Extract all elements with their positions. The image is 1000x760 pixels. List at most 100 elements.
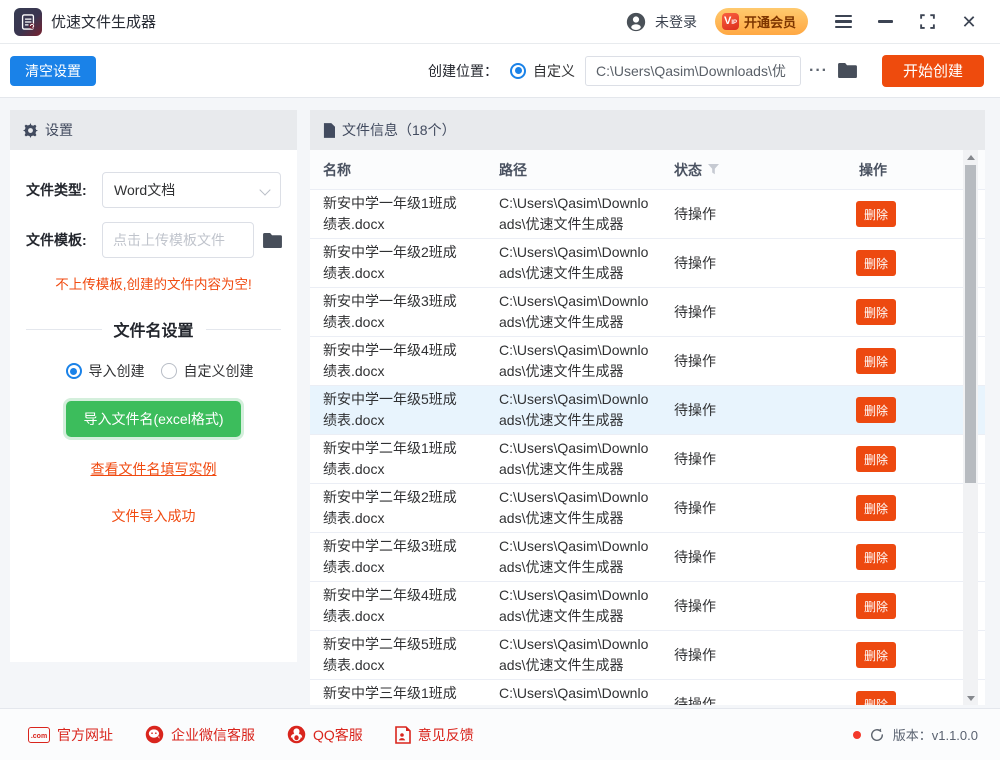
row-delete-button[interactable]: 删除: [856, 593, 897, 619]
settings-panel-header: 设置: [10, 110, 297, 150]
cell-status: 待操作: [674, 206, 716, 222]
version-area: 版本：v1.1.0.0: [852, 725, 978, 744]
table-row: 新安中学一年级5班成绩表.docx C:\Users\Qasim\Downloa…: [310, 386, 985, 435]
row-delete-button[interactable]: 删除: [856, 495, 897, 521]
table-row: 新安中学二年级3班成绩表.docx C:\Users\Qasim\Downloa…: [310, 533, 985, 582]
menu-icon[interactable]: [834, 13, 852, 31]
close-icon[interactable]: ✕: [960, 13, 978, 31]
column-name: 名称: [323, 161, 351, 178]
radio-unselected-icon: [160, 363, 177, 379]
custom-create-radio[interactable]: 自定义创建: [160, 361, 254, 381]
minimize-icon[interactable]: [876, 13, 894, 31]
scroll-up-icon[interactable]: [963, 150, 978, 164]
version-label: 版本：v1.1.0.0: [892, 728, 978, 743]
import-create-radio[interactable]: 导入创建: [65, 361, 145, 381]
table-row: 新安中学三年级1班成绩表.docx C:\Users\Qasim\Downloa…: [310, 680, 985, 705]
table-row: 新安中学二年级1班成绩表.docx C:\Users\Qasim\Downloa…: [310, 435, 985, 484]
row-delete-button[interactable]: 删除: [856, 299, 897, 325]
start-create-button[interactable]: 开始创建: [881, 54, 984, 87]
table-row: 新安中学一年级4班成绩表.docx C:\Users\Qasim\Downloa…: [310, 337, 985, 386]
settings-body: 文件类型: Word文档 文件模板: 不上传模板,创建的文件内容: [10, 150, 297, 662]
row-delete-button[interactable]: 删除: [856, 446, 897, 472]
feedback-link[interactable]: 意见反馈: [394, 725, 474, 745]
file-type-select[interactable]: Word文档: [102, 172, 281, 208]
table-header: 名称 路径 状态 操作: [310, 150, 985, 190]
cell-path: C:\Users\Qasim\Downloads\优速文件生成器: [499, 244, 649, 281]
browse-folder-icon[interactable]: [837, 62, 858, 79]
column-status: 状态: [674, 161, 702, 178]
cell-name: 新安中学二年级3班成绩表.docx: [323, 538, 457, 575]
settings-panel: 设置 文件类型: Word文档 文件模板: 点击上传模板文件 不上传模板,创建的…: [10, 110, 297, 662]
row-delete-button[interactable]: 删除: [856, 348, 897, 374]
com-icon: .com: [28, 726, 50, 743]
row-delete-button[interactable]: 删除: [856, 691, 897, 705]
custom-location-label: 自定义: [533, 62, 575, 79]
footer: .com 官方网址 企业微信客服 QQ客服 意见反馈 版本：v1.1.0.0: [0, 708, 1000, 760]
official-website-link[interactable]: .com 官方网址: [28, 725, 113, 745]
cell-path: C:\Users\Qasim\Downloads\优速文件生成器: [499, 538, 649, 575]
cell-name: 新安中学一年级3班成绩表.docx: [323, 293, 457, 330]
file-type-value: Word文档: [114, 182, 176, 198]
chevron-down-icon: [259, 184, 271, 196]
document-icon: [323, 122, 335, 138]
cell-name: 新安中学一年级5班成绩表.docx: [323, 391, 457, 428]
settings-panel-title: 设置: [45, 122, 73, 138]
file-type-label: 文件类型:: [26, 182, 87, 198]
radio-selected-icon: [510, 62, 526, 79]
cell-status: 待操作: [674, 304, 716, 320]
import-filenames-button[interactable]: 导入文件名(excel格式): [66, 401, 241, 437]
scroll-down-icon[interactable]: [963, 691, 978, 705]
login-status-label: 未登录: [654, 13, 697, 30]
row-delete-button[interactable]: 删除: [856, 544, 897, 570]
row-delete-button[interactable]: 删除: [856, 397, 897, 423]
titlebar-right: 未登录 V IP 开通会员 ✕: [625, 8, 978, 35]
cell-status: 待操作: [674, 647, 716, 663]
template-label: 文件模板:: [26, 232, 87, 248]
filename-section-title: 文件名设置: [113, 323, 194, 340]
file-info-panel: 文件信息（18个） 名称 路径 状态 操作 新安中学一年级1班成绩表.docx …: [310, 110, 985, 705]
template-folder-icon[interactable]: [262, 232, 283, 249]
cell-path: C:\Users\Qasim\Downloads\优速文件生成器: [499, 685, 649, 701]
cell-path: C:\Users\Qasim\Downloads\优速文件生成器: [499, 391, 649, 428]
cell-path: C:\Users\Qasim\Downloads\优速文件生成器: [499, 342, 649, 379]
vertical-scrollbar[interactable]: [963, 150, 978, 705]
create-mode-radio-group: 导入创建 自定义创建: [26, 361, 281, 381]
refresh-icon[interactable]: [869, 727, 885, 743]
output-path-input[interactable]: [585, 55, 801, 86]
window-controls: ✕: [834, 13, 978, 31]
template-warning-text: 不上传模板,创建的文件内容为空!: [55, 277, 252, 292]
scrollbar-thumb[interactable]: [965, 165, 976, 483]
cell-status: 待操作: [674, 696, 716, 705]
cell-status: 待操作: [674, 353, 716, 369]
file-info-title: 文件信息（18个）: [342, 122, 456, 138]
app-logo-icon: [14, 7, 42, 36]
path-more-button[interactable]: ···: [809, 62, 828, 80]
app-window: 优速文件生成器 未登录 V IP 开通会员 ✕ 清空设置 创建位置： 自定义 C…: [0, 0, 1000, 760]
filename-example-link[interactable]: 查看文件名填写实例: [26, 459, 281, 479]
login-status[interactable]: 未登录: [625, 11, 697, 33]
cell-name: 新安中学二年级5班成绩表.docx: [323, 636, 457, 673]
row-delete-button[interactable]: 删除: [856, 250, 897, 276]
template-upload-input[interactable]: [102, 222, 254, 258]
feedback-icon: [394, 725, 411, 744]
cell-status: 待操作: [674, 598, 716, 614]
open-vip-button[interactable]: V IP 开通会员: [714, 8, 808, 35]
maximize-icon[interactable]: [918, 13, 936, 31]
cell-path: C:\Users\Qasim\Downloads\优速文件生成器: [499, 587, 649, 624]
cell-name: 新安中学一年级4班成绩表.docx: [323, 342, 457, 379]
radio-selected-icon: [65, 363, 82, 379]
wechat-icon: [145, 725, 164, 744]
title-bar: 优速文件生成器 未登录 V IP 开通会员 ✕: [0, 0, 1000, 44]
wechat-support-link[interactable]: 企业微信客服: [145, 725, 255, 745]
qq-support-link[interactable]: QQ客服: [287, 725, 363, 745]
filter-funnel-icon[interactable]: [708, 164, 719, 175]
qq-support-label: QQ客服: [313, 726, 363, 743]
clear-settings-button[interactable]: 清空设置: [10, 55, 96, 86]
row-delete-button[interactable]: 删除: [856, 642, 897, 668]
row-delete-button[interactable]: 删除: [856, 201, 897, 227]
table-row: 新安中学一年级1班成绩表.docx C:\Users\Qasim\Downloa…: [310, 190, 985, 239]
create-location-label: 创建位置：: [428, 62, 498, 79]
cell-status: 待操作: [674, 451, 716, 467]
official-website-label: 官方网址: [57, 726, 113, 743]
custom-location-radio[interactable]: 自定义: [510, 61, 575, 81]
